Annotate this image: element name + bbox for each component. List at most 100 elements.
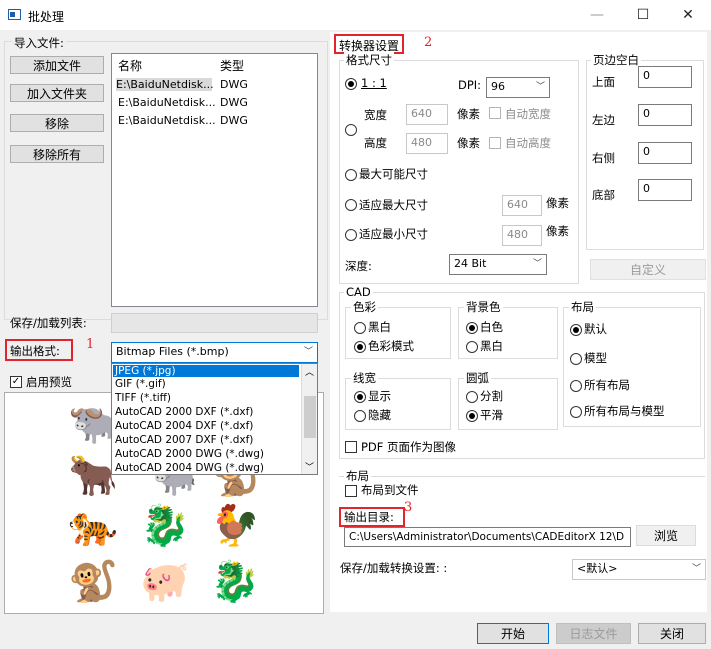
dpi-select[interactable]: 96 ﹀ (486, 77, 550, 98)
margin-top-input[interactable]: 0 (638, 66, 692, 88)
layout-all-radio[interactable] (570, 380, 582, 392)
fit-max-input[interactable]: 640 (502, 195, 542, 216)
format-option-dxf2004[interactable]: AutoCAD 2004 DXF (*.dxf) (113, 420, 299, 432)
ratio-1to1-radio[interactable] (345, 78, 357, 90)
preview-dragon-image: 🐉 (210, 559, 260, 605)
scroll-down-icon[interactable]: ﹀ (305, 460, 314, 473)
color-mode-radio[interactable] (354, 341, 366, 353)
preview-horse-image: 🐉 (140, 503, 190, 549)
fit-min-label: 适应最小尺寸 (359, 227, 428, 241)
preview-checkbox[interactable]: ✓ (10, 376, 22, 388)
maximize-button[interactable]: ☐ (620, 0, 666, 30)
file-row-1-type[interactable]: DWG (220, 78, 248, 91)
format-option-gif[interactable]: GIF (*.gif) (113, 378, 299, 390)
add-folder-button[interactable]: 加入文件夹 (10, 84, 104, 102)
file-row-3-name[interactable]: E:\BaiduNetdisk... (118, 114, 216, 127)
auto-width-checkbox[interactable] (489, 107, 501, 119)
close-window-button[interactable]: ✕ (665, 0, 711, 30)
width-pixel-label: 像素 (457, 107, 480, 121)
column-header-type[interactable]: 类型 (220, 57, 244, 74)
minimize-button[interactable]: — (574, 0, 620, 30)
remove-button[interactable]: 移除 (10, 114, 104, 132)
max-size-radio[interactable] (345, 169, 357, 181)
depth-label: 深度: (345, 259, 372, 273)
file-row-2-name[interactable]: E:\BaiduNetdisk... (118, 96, 216, 109)
linewidth-show-radio[interactable] (354, 391, 366, 403)
remove-all-button[interactable]: 移除所有 (10, 145, 104, 163)
depth-select[interactable]: 24 Bit ﹀ (449, 254, 547, 275)
layout-to-file-checkbox[interactable] (345, 485, 357, 497)
arc-smooth-radio[interactable] (466, 410, 478, 422)
margin-bottom-label: 底部 (592, 188, 615, 202)
scrollbar-thumb[interactable] (304, 396, 316, 438)
auto-height-checkbox[interactable] (489, 137, 501, 149)
format-option-dxf2007[interactable]: AutoCAD 2007 DXF (*.dxf) (113, 434, 299, 446)
fit-min-radio[interactable] (345, 229, 357, 241)
bg-white-radio[interactable] (466, 322, 478, 334)
linewidth-hide-label: 隐藏 (368, 408, 391, 422)
layout-default-label: 默认 (584, 322, 607, 336)
margin-bottom-input[interactable]: 0 (638, 179, 692, 201)
linewidth-hide-radio[interactable] (354, 410, 366, 422)
bg-black-label: 黑白 (480, 339, 503, 353)
close-button[interactable]: 关闭 (638, 623, 706, 644)
format-option-jpeg[interactable]: JPEG (*.jpg) (113, 365, 299, 377)
file-row-1-name[interactable]: E:\BaiduNetdisk... (116, 78, 214, 91)
chevron-down-icon: ﹀ (303, 347, 313, 357)
layout-model-radio[interactable] (570, 353, 582, 365)
background-label: 背景色 (464, 299, 503, 315)
bg-black-radio[interactable] (466, 341, 478, 353)
output-format-label: 输出格式: (10, 344, 60, 358)
format-size-label: 格式尺寸 (344, 52, 394, 68)
arc-smooth-label: 平滑 (480, 408, 503, 422)
pdf-as-image-checkbox[interactable] (345, 441, 357, 453)
format-option-dwg2000[interactable]: AutoCAD 2000 DWG (*.dwg) (113, 448, 299, 460)
save-load-settings-value: <默认> (577, 562, 618, 575)
scroll-up-icon[interactable]: ︿ (305, 365, 314, 378)
browse-button[interactable]: 浏览 (636, 525, 696, 546)
width-input[interactable]: 640 (406, 104, 448, 125)
color-bw-label: 黑白 (368, 320, 391, 334)
custom-margin-button[interactable]: 自定义 (590, 259, 706, 280)
format-option-tiff[interactable]: TIFF (*.tiff) (113, 392, 299, 404)
cad-layout-label: 布局 (569, 299, 596, 315)
custom-size-radio[interactable] (345, 124, 357, 136)
color-bw-radio[interactable] (354, 322, 366, 334)
save-load-settings-select[interactable]: <默认> ﹀ (572, 559, 706, 580)
layout-default-radio[interactable] (570, 324, 582, 336)
margin-left-label: 左边 (592, 113, 615, 127)
fit-min-input[interactable]: 480 (502, 225, 542, 246)
file-row-3-type[interactable]: DWG (220, 114, 248, 127)
height-pixel-label: 像素 (457, 136, 480, 150)
preview-rat-image: 🐒 (68, 559, 118, 605)
add-file-button[interactable]: 添加文件 (10, 56, 104, 74)
linewidth-show-label: 显示 (368, 389, 391, 403)
output-format-value: Bitmap Files (*.bmp) (116, 345, 229, 358)
output-dir-label: 输出目录: (344, 510, 394, 524)
output-format-select[interactable]: Bitmap Files (*.bmp) ﹀ (111, 342, 318, 363)
output-dir-input[interactable]: C:\Users\Administrator\Documents\CADEdit… (344, 527, 631, 547)
chevron-down-icon: ﹀ (532, 259, 542, 269)
annotation-3: 3 (404, 500, 413, 515)
format-option-dxf2000[interactable]: AutoCAD 2000 DXF (*.dxf) (113, 406, 299, 418)
preview-rooster-image: 🐖 (140, 559, 190, 605)
output-format-dropdown[interactable]: JPEG (*.jpg) GIF (*.gif) TIFF (*.tiff) A… (111, 363, 318, 475)
arc-split-label: 分割 (480, 389, 503, 403)
column-header-name[interactable]: 名称 (118, 57, 142, 74)
margin-right-input[interactable]: 0 (638, 142, 692, 164)
margins-label: 页边空白 (591, 52, 641, 68)
height-input[interactable]: 480 (406, 133, 448, 154)
layout-all-model-radio[interactable] (570, 406, 582, 418)
dropdown-scrollbar[interactable]: ︿ ﹀ (301, 364, 317, 474)
fit-max-radio[interactable] (345, 199, 357, 211)
file-row-2-type[interactable]: DWG (220, 96, 248, 109)
file-list[interactable]: 名称 类型 E:\BaiduNetdisk... DWG E:\BaiduNet… (111, 53, 318, 307)
arc-split-radio[interactable] (466, 391, 478, 403)
save-load-list-select[interactable] (111, 313, 318, 333)
log-file-button[interactable]: 日志文件 (556, 623, 631, 644)
start-button[interactable]: 开始 (477, 623, 549, 644)
format-option-dwg2004[interactable]: AutoCAD 2004 DWG (*.dwg) (113, 462, 299, 474)
margin-left-input[interactable]: 0 (638, 104, 692, 126)
dpi-label: DPI: (458, 78, 482, 92)
window-title: 批处理 (28, 10, 65, 24)
